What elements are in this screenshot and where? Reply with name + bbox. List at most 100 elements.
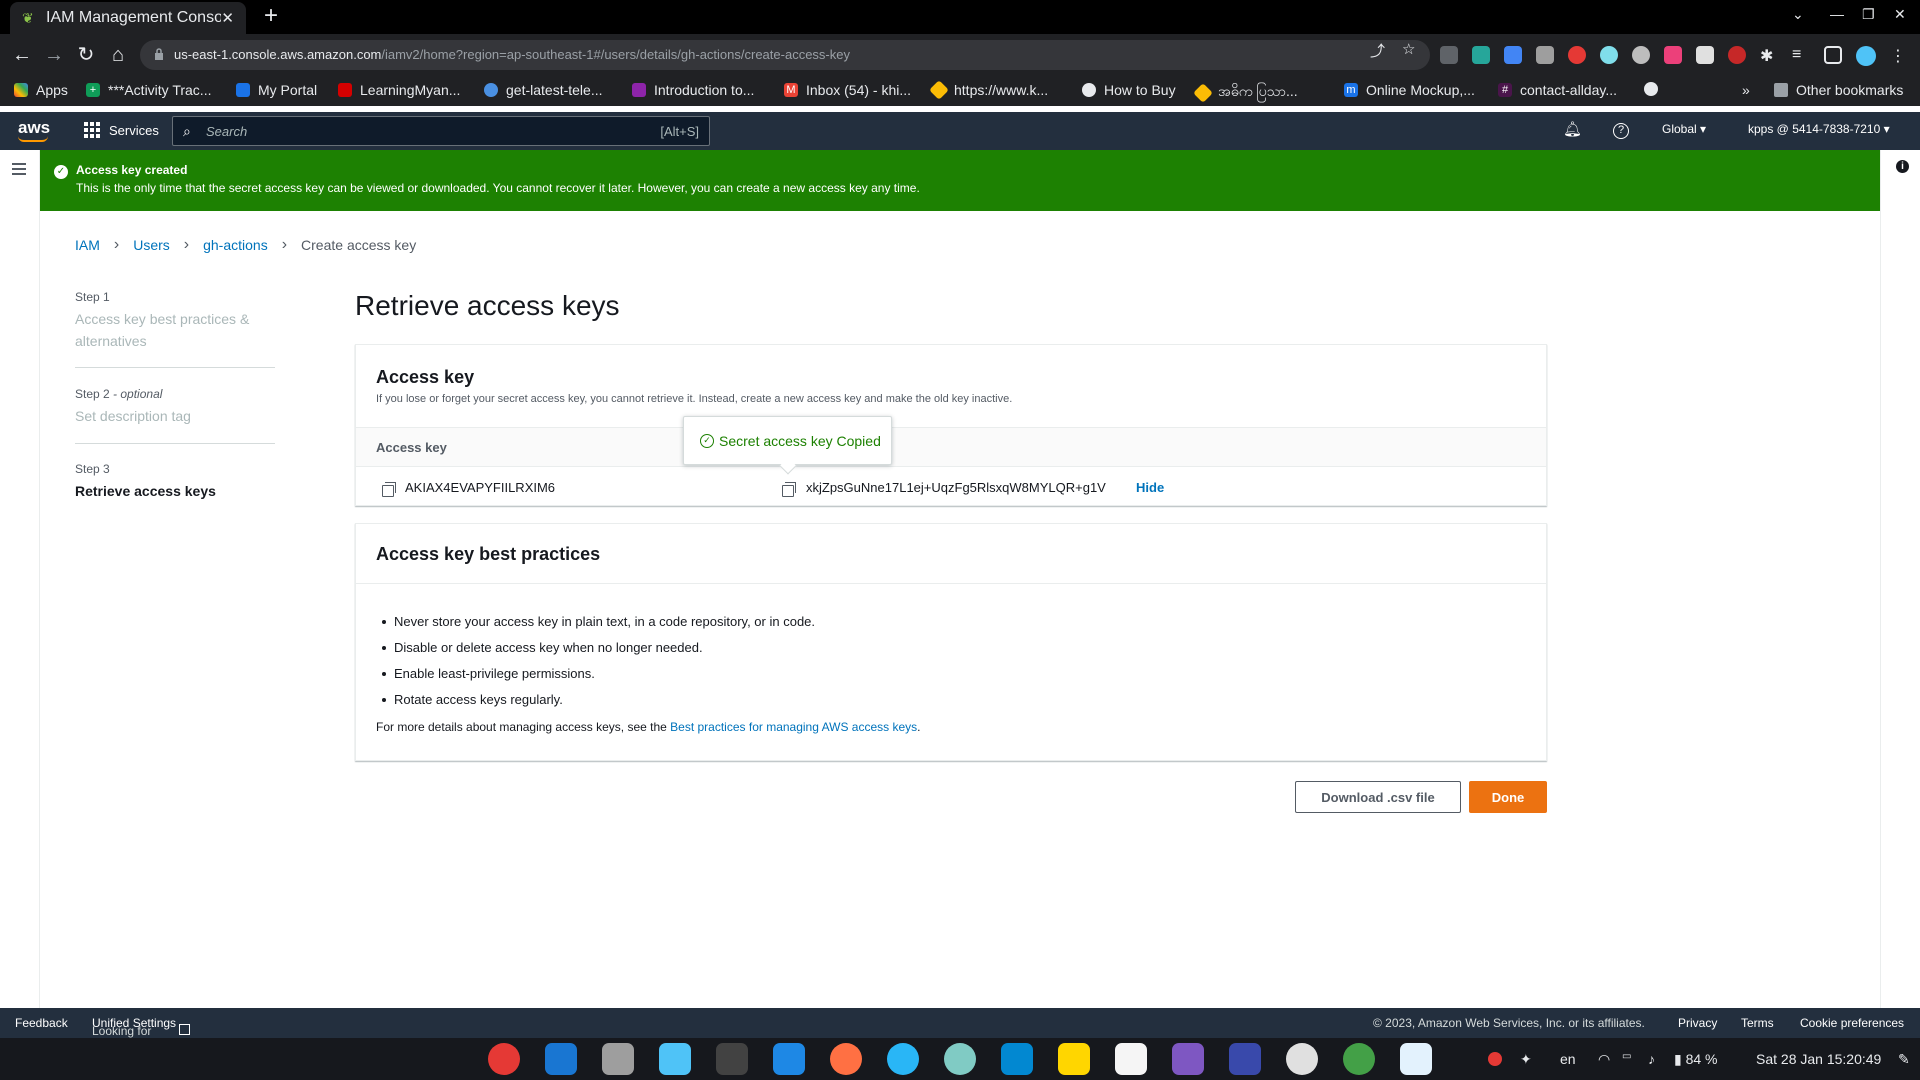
pdf-app-icon[interactable] [1229,1043,1261,1075]
battery-status[interactable]: ▮ 84 % [1674,1051,1718,1068]
bookmark-item[interactable]: LearningMyan... [338,82,460,98]
bookmark-item[interactable]: # contact-allday... [1498,82,1617,98]
hamburger-menu-icon[interactable] [12,163,26,178]
tray-notification-icon[interactable] [1488,1052,1502,1066]
terminal-app-icon[interactable] [716,1043,748,1075]
breadcrumb-iam[interactable]: IAM [75,237,100,253]
extension-icon[interactable] [1440,46,1458,64]
translate-extension-icon[interactable] [1504,46,1522,64]
cookie-preferences-link[interactable]: Cookie preferences [1800,1016,1904,1030]
close-window-icon[interactable]: ✕ [1894,6,1906,23]
obsidian-app-icon[interactable] [1172,1043,1204,1075]
more-bookmarks-button[interactable]: » [1742,82,1750,98]
new-tab-button[interactable]: + [258,4,284,30]
screenshot-app-icon[interactable] [1001,1043,1033,1075]
remote-desktop-app-icon[interactable] [773,1043,805,1075]
breadcrumb-gh-actions[interactable]: gh-actions [203,237,268,253]
puzzle-extensions-icon[interactable]: ✱ [1760,46,1778,65]
telegram-app-icon[interactable] [887,1043,919,1075]
region-selector[interactable]: Global ▾ [1662,122,1706,136]
address-bar[interactable]: us-east-1.console.aws.amazon.com/iamv2/h… [140,40,1430,70]
feedback-link[interactable]: Feedback [15,1016,68,1030]
vscode-app-icon[interactable] [545,1043,577,1075]
bookmark-item[interactable]: M Inbox (54) - khi... [784,82,911,98]
bookmark-item[interactable]: https://www.k... [929,80,1048,100]
side-panel-icon[interactable] [1824,46,1842,64]
reading-list-icon[interactable]: ≡ [1792,46,1810,64]
extension-icon[interactable] [1472,46,1490,64]
bookmark-item[interactable]: m Online Mockup,... [1344,82,1475,98]
home-icon[interactable]: ⌂ [106,44,130,68]
firefox-app-icon[interactable] [830,1043,862,1075]
clickup-app-icon[interactable] [1115,1043,1147,1075]
extension-icon[interactable] [1536,46,1554,64]
extension-icon[interactable] [1696,46,1714,64]
account-menu[interactable]: kpps @ 5414-7838-7210 ▾ [1748,122,1890,136]
site-icon [632,83,646,97]
launcher-app-icon[interactable] [488,1043,520,1075]
keyboard-language[interactable]: en [1560,1051,1576,1067]
terms-link[interactable]: Terms [1741,1016,1774,1030]
browser-tab[interactable]: ❦ IAM Management Console ✕ [10,2,246,34]
aws-logo-text: aws [18,118,51,137]
services-label: Services [109,122,159,138]
minimize-icon[interactable]: — [1830,6,1844,22]
services-menu-button[interactable]: Services [84,122,159,138]
extension-icon[interactable] [1664,46,1682,64]
browser-menu-icon[interactable]: ⋮ [1890,46,1908,65]
chat-extension-icon[interactable] [1600,46,1618,64]
back-icon[interactable]: ← [10,44,34,68]
vpn-icon[interactable]: ▭ [1622,1051,1631,1062]
best-practices-link[interactable]: Best practices for managing AWS access k… [670,720,917,734]
slack-app-icon[interactable] [1286,1043,1318,1075]
done-button[interactable]: Done [1469,781,1547,813]
wifi-icon[interactable]: ◠ [1598,1051,1610,1068]
other-bookmarks[interactable]: Other bookmarks [1774,82,1903,98]
info-panel-icon[interactable]: i [1896,160,1909,173]
reader-app-icon[interactable] [659,1043,691,1075]
bookmark-item[interactable]: My Portal [236,82,317,98]
bookmark-apps[interactable]: Apps [14,82,68,98]
files-app-icon[interactable] [602,1043,634,1075]
copy-secret-key-icon[interactable] [782,482,796,497]
notifications-bell-icon[interactable]: 🔔︎ [1563,120,1582,138]
notifications-icon[interactable]: ✎ [1898,1051,1910,1068]
aws-logo[interactable]: aws [18,118,51,142]
download-csv-button[interactable]: Download .csv file [1295,781,1461,813]
bookmark-item[interactable] [1644,82,1666,96]
tab-search-icon[interactable]: ⌄ [1792,6,1804,23]
miro-app-icon[interactable] [1058,1043,1090,1075]
extension-icon[interactable] [1632,46,1650,64]
volume-icon[interactable]: ♪ [1648,1051,1655,1067]
bookmark-item[interactable]: အဓိက ပြသာ... [1193,82,1298,103]
adblock-extension-icon[interactable] [1568,46,1586,64]
aws-search-input[interactable]: ⌕ Search [Alt+S] [172,116,710,146]
access-key-heading: Access key [376,367,475,387]
secret-access-key: xkjZpsGuNne17L1ej+UqzFg5RlsxqW8MYLQR+g1V [806,480,1106,495]
chrome-app-icon[interactable] [1343,1043,1375,1075]
hide-secret-key-link[interactable]: Hide [1136,480,1164,495]
bookmark-star-icon[interactable]: ☆ [1402,40,1415,58]
privacy-link[interactable]: Privacy [1678,1016,1717,1030]
extension-icon[interactable] [1728,46,1746,64]
step-2-link[interactable]: Set description tag [75,405,275,427]
copy-access-key-icon[interactable] [382,482,396,497]
reload-icon[interactable]: ↻ [74,44,98,68]
share-icon[interactable]: ⤴ [1370,40,1385,61]
profile-avatar[interactable] [1856,46,1876,66]
bookmark-item[interactable]: + ***Activity Trac... [86,82,211,98]
bookmark-item[interactable]: get-latest-tele... [484,82,603,98]
messenger-app-icon[interactable] [944,1043,976,1075]
bookmark-item[interactable]: How to Buy [1082,82,1176,98]
close-tab-icon[interactable]: ✕ [221,9,234,27]
accessibility-icon[interactable]: ✦ [1520,1051,1532,1068]
text-editor-app-icon[interactable] [1400,1043,1432,1075]
forward-icon[interactable]: → [42,44,66,68]
clock[interactable]: Sat 28 Jan 15:20:49 [1756,1051,1881,1067]
step-1-label: Step 1 [75,290,110,304]
maximize-icon[interactable]: ❐ [1862,6,1875,23]
step-1-link[interactable]: Access key best practices & alternatives [75,308,275,352]
breadcrumb-users[interactable]: Users [133,237,170,253]
help-icon[interactable]: ? [1613,123,1629,139]
bookmark-item[interactable]: Introduction to... [632,82,754,98]
